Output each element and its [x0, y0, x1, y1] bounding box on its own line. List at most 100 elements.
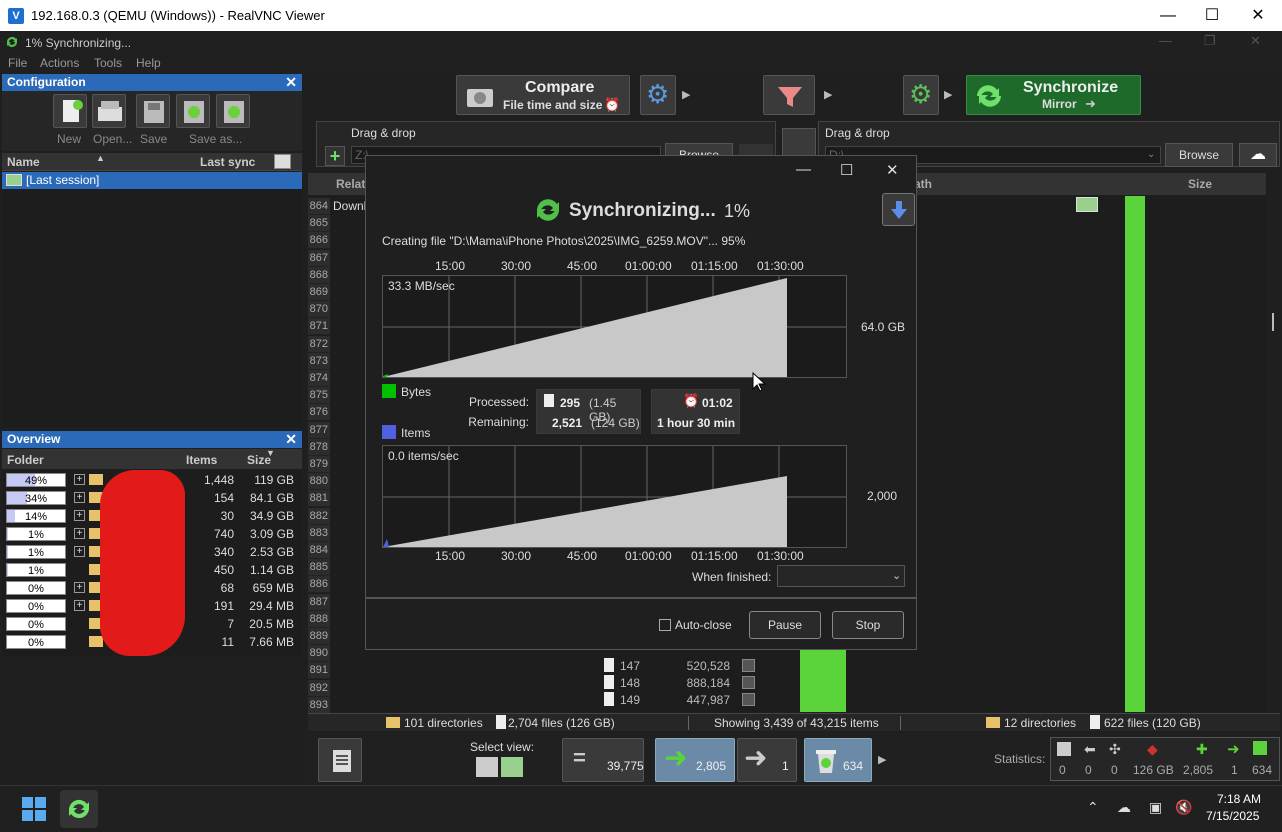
folder-column-header[interactable]: Folder: [7, 453, 44, 467]
table-row[interactable]: 147 520,528: [600, 657, 800, 674]
filter-button[interactable]: [763, 75, 815, 115]
save-config-button[interactable]: [136, 94, 170, 128]
sync-dropdown-icon[interactable]: ▶: [944, 88, 952, 101]
time-tick: 01:30:00: [757, 549, 804, 563]
chevron-down-icon[interactable]: ⌄: [1147, 149, 1155, 160]
overview-size: 34.9 GB: [249, 509, 294, 523]
delete-right-stat-icon: [1253, 741, 1267, 755]
clock-time[interactable]: 7:18 AM: [1217, 792, 1261, 806]
config-table-header: Name ▲ Last sync: [2, 153, 302, 171]
row-number: 881: [308, 490, 330, 508]
table-row[interactable]: 149 447,987: [600, 691, 800, 708]
sync-settings-button[interactable]: ⚙: [903, 75, 939, 115]
filter-dropdown-icon[interactable]: ▶: [824, 88, 832, 101]
time-tick: 15:00: [435, 259, 466, 273]
last-sync-column-header[interactable]: Last sync: [200, 155, 255, 169]
overview-size: 7.66 MB: [249, 635, 294, 649]
onedrive-icon[interactable]: ☁: [1117, 799, 1131, 816]
filter-icon: [778, 87, 802, 107]
when-finished-select[interactable]: ⌄: [777, 565, 905, 587]
percent-bar: 0%: [6, 617, 66, 631]
chevron-up-icon[interactable]: ⌃: [1087, 799, 1099, 816]
clock-date[interactable]: 7/15/2025: [1206, 809, 1259, 823]
vnc-maximize-button[interactable]: ☐: [1189, 0, 1235, 31]
expand-icon[interactable]: +: [74, 474, 85, 485]
right-size-column-header[interactable]: Size: [1188, 177, 1212, 191]
name-column-header[interactable]: Name: [7, 155, 40, 169]
config-list-item[interactable]: [Last session]: [2, 172, 302, 189]
open-config-button[interactable]: [92, 94, 126, 128]
expand-icon[interactable]: +: [74, 510, 85, 521]
redaction-mark: [100, 470, 185, 656]
add-folder-pair-icon[interactable]: +: [325, 146, 345, 166]
compare-dropdown-icon[interactable]: ▶: [682, 88, 690, 101]
column-options-icon[interactable]: [274, 154, 291, 169]
dialog-close-button[interactable]: ✕: [886, 161, 899, 179]
overview-size: 1.14 GB: [249, 563, 294, 577]
row-size: 520,528: [686, 659, 730, 673]
filter-update-button[interactable]: ➜ 1: [737, 738, 797, 782]
volume-muted-icon[interactable]: 🔇: [1175, 799, 1192, 816]
checkbox-box[interactable]: [659, 619, 671, 631]
relative-path-column-header[interactable]: Relat: [336, 177, 365, 191]
app-close-button[interactable]: ✕: [1250, 33, 1261, 49]
save-as-script-button[interactable]: [216, 94, 250, 128]
right-browse-button[interactable]: Browse: [1165, 143, 1233, 167]
log-button[interactable]: [318, 738, 362, 782]
vnc-minimize-button[interactable]: —: [1145, 0, 1191, 31]
row-number: 877: [308, 421, 330, 439]
expand-icon[interactable]: +: [74, 492, 85, 503]
stop-button[interactable]: Stop: [832, 611, 904, 639]
compare-button[interactable]: Compare File time and size ⏰: [456, 75, 630, 115]
table-row[interactable]: 148 888,184: [600, 674, 800, 691]
app-maximize-button[interactable]: ❐: [1204, 33, 1216, 49]
pause-button[interactable]: Pause: [749, 611, 821, 639]
menu-tools[interactable]: Tools: [94, 56, 122, 70]
view-action-button[interactable]: [501, 757, 523, 777]
app-minimize-button[interactable]: —: [1159, 33, 1172, 48]
expand-icon[interactable]: +: [74, 546, 85, 557]
cloud-icon[interactable]: ☁: [1239, 143, 1277, 167]
view-category-button[interactable]: [476, 757, 498, 777]
filter-equal-button[interactable]: = 39,775: [562, 738, 644, 782]
row-checkbox[interactable]: [742, 659, 755, 672]
expand-icon[interactable]: +: [74, 582, 85, 593]
menu-file[interactable]: File: [8, 56, 27, 70]
scrollbar-thumb[interactable]: [1272, 313, 1274, 331]
update-right-icon: ➜: [744, 742, 768, 773]
config-list: [2, 189, 302, 427]
minimize-to-tray-button[interactable]: [882, 193, 915, 226]
time-tick: 01:15:00: [691, 259, 738, 273]
sync-icon: [977, 85, 1001, 107]
close-icon[interactable]: ✕: [285, 74, 297, 91]
autoclose-checkbox[interactable]: Auto-close: [659, 618, 732, 632]
expand-icon[interactable]: +: [74, 528, 85, 539]
percent-bar: 1%: [6, 563, 66, 577]
windows-start-icon[interactable]: [22, 797, 46, 821]
close-icon[interactable]: ✕: [285, 431, 297, 448]
filter-create-button[interactable]: ➜ 2,805: [655, 738, 735, 782]
equal-count: 39,775: [607, 759, 644, 773]
items-column-header[interactable]: Items: [186, 453, 217, 467]
row-checkbox[interactable]: [742, 676, 755, 689]
menu-actions[interactable]: Actions: [40, 56, 79, 70]
row-checkbox[interactable]: [742, 693, 755, 706]
menu-help[interactable]: Help: [136, 56, 161, 70]
elapsed-time: 01:02: [702, 396, 733, 410]
network-icon[interactable]: ▣: [1149, 799, 1162, 816]
more-filters-icon[interactable]: ▶: [878, 753, 886, 766]
row-number: 867: [308, 249, 330, 267]
freefilesync-taskbar-button[interactable]: [60, 790, 98, 828]
filter-delete-button[interactable]: 634: [804, 738, 872, 782]
compare-settings-button[interactable]: ⚙: [640, 75, 676, 115]
new-config-button[interactable]: [53, 94, 87, 128]
time-tick: 15:00: [435, 549, 466, 563]
row-number: 870: [308, 301, 330, 319]
dialog-minimize-button[interactable]: —: [796, 161, 811, 178]
dialog-maximize-button[interactable]: ☐: [840, 161, 853, 179]
new-file-icon: [63, 100, 83, 122]
save-as-batch-button[interactable]: [176, 94, 210, 128]
expand-icon[interactable]: +: [74, 600, 85, 611]
synchronize-button[interactable]: Synchronize Mirror ➜: [966, 75, 1141, 115]
vnc-close-button[interactable]: ✕: [1235, 0, 1281, 31]
